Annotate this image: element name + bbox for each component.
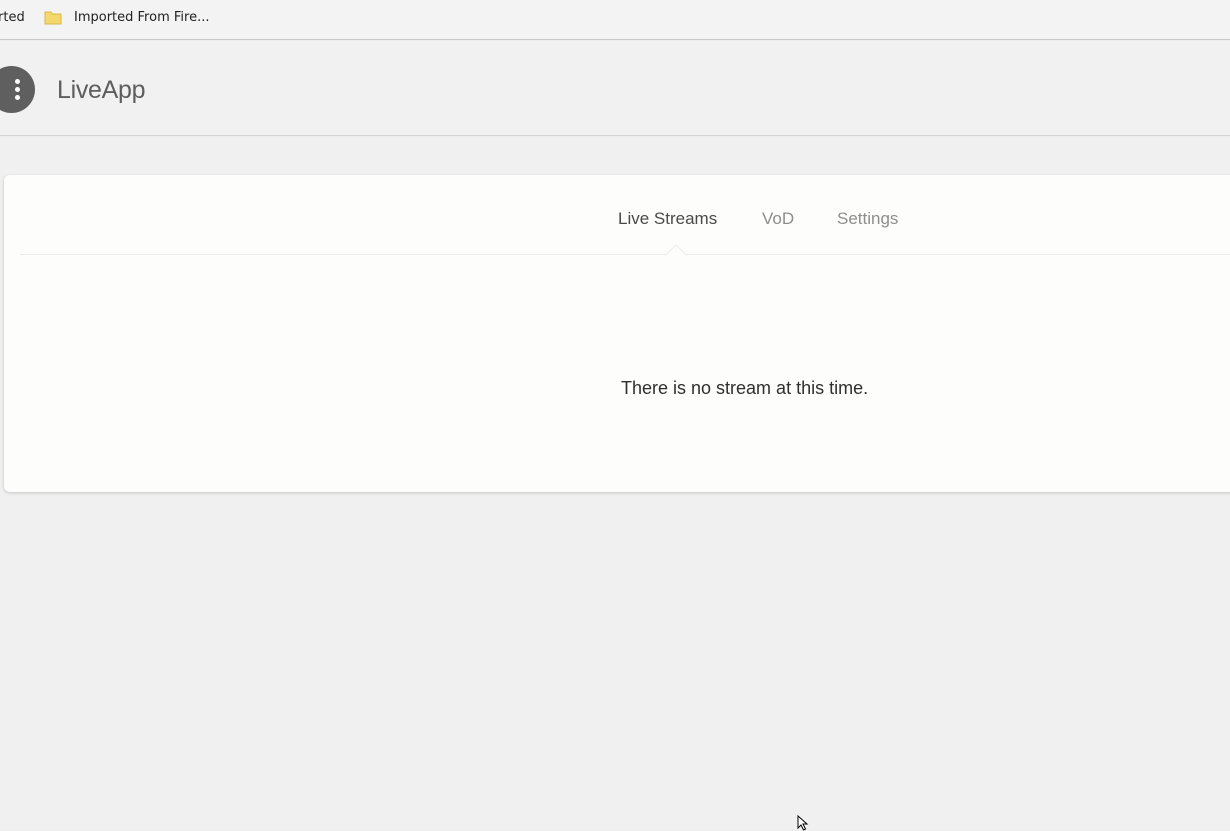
more-vert-icon-dot — [15, 87, 20, 92]
bookmark-label: rted — [0, 10, 25, 25]
content-card: Live Streams VoD Settings There is no st… — [4, 175, 1230, 492]
more-vert-icon-dot — [15, 95, 20, 100]
bookmark-item-partial[interactable]: rted — [0, 10, 25, 25]
tab-vod[interactable]: VoD — [762, 209, 794, 229]
bookmarks-bar: rted Imported From Fire... — [0, 0, 1230, 40]
active-tab-indicator — [665, 244, 687, 256]
tab-live-streams[interactable]: Live Streams — [618, 209, 717, 229]
app-title: LiveApp — [57, 76, 146, 104]
empty-state-message: There is no stream at this time. — [621, 378, 869, 398]
more-vert-icon — [15, 79, 20, 84]
app-header: LiveApp — [0, 41, 1230, 136]
folder-icon — [44, 10, 62, 25]
menu-button[interactable] — [0, 66, 35, 113]
tabs-bar: Live Streams VoD Settings — [20, 175, 1230, 256]
bookmark-folder-label: Imported From Fire... — [74, 10, 210, 25]
tab-settings[interactable]: Settings — [837, 209, 898, 229]
bookmark-folder-imported[interactable]: Imported From Fire... — [44, 10, 209, 25]
mouse-cursor-icon — [797, 815, 809, 831]
